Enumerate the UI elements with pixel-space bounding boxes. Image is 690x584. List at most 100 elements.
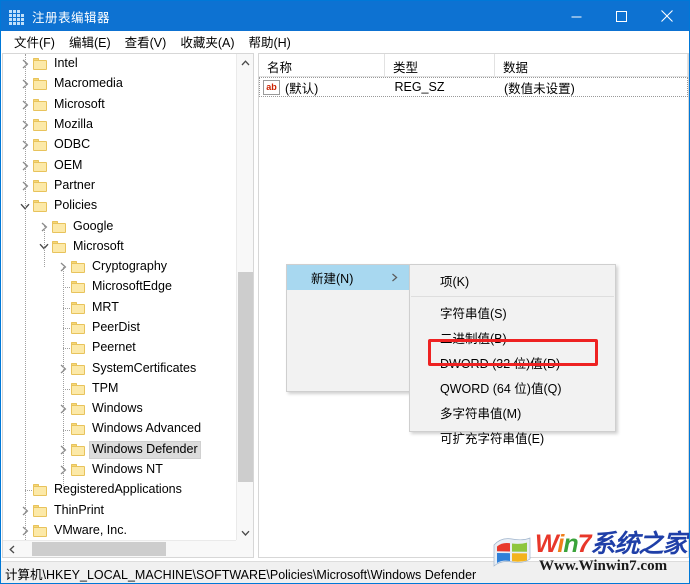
tree-item[interactable]: VMware, Inc.: [3, 521, 236, 541]
registry-tree-pane: Intel Macromedia Microsoft Mozilla ODBC OEM Pa…: [2, 53, 254, 558]
submenu-item-6[interactable]: 可扩充字符串值(E): [410, 425, 615, 450]
tree-item-label: MRT: [92, 299, 119, 314]
tree-guide-line: [25, 490, 32, 492]
submenu-item-1[interactable]: 字符串值(S): [410, 300, 615, 325]
menu-item-1[interactable]: 编辑(E): [62, 30, 118, 54]
tree-vertical-scroll-thumb[interactable]: [238, 272, 253, 482]
submenu-item-0[interactable]: 项(K): [410, 268, 615, 293]
folder-icon: [52, 240, 66, 253]
tree-item-label: MicrosoftEdge: [92, 279, 172, 294]
tree-item[interactable]: MRT: [3, 298, 236, 318]
tree-item[interactable]: Microsoft: [3, 237, 236, 257]
status-bar: 计算机\HKEY_LOCAL_MACHINE\SOFTWARE\Policies…: [1, 561, 689, 583]
chevron-right-icon: [391, 271, 399, 285]
folder-icon: [71, 464, 85, 477]
tree-item[interactable]: PeerDist: [3, 318, 236, 338]
context-submenu-new: 项(K) 字符串值(S) 二进制值(B) DWORD (32 位)值(D) QWORD …: [409, 264, 616, 446]
menu-item-3[interactable]: 收藏夹(A): [173, 30, 241, 54]
value-type: REG_SZ: [394, 80, 445, 94]
tree-item[interactable]: Windows Advanced: [3, 419, 236, 439]
tree-horizontal-scrollbar[interactable]: [3, 540, 253, 557]
submenu-item-5[interactable]: 多字符串值(M): [410, 400, 615, 425]
folder-icon: [71, 322, 85, 334]
folder-icon: [71, 443, 85, 456]
folder-icon: [33, 200, 47, 213]
tree-horizontal-scroll-thumb[interactable]: [32, 542, 166, 556]
table-row[interactable]: ab (默认) REG_SZ (数值未设置): [259, 77, 688, 97]
tree-item[interactable]: Peernet: [3, 338, 236, 358]
values-list: ab (默认) REG_SZ (数值未设置): [259, 77, 688, 97]
tree-item[interactable]: Policies: [3, 196, 236, 216]
menu-item-2[interactable]: 查看(V): [118, 30, 174, 54]
tree-guide-line: [63, 389, 70, 391]
tree-item-label: Peernet: [92, 340, 136, 355]
scroll-left-icon[interactable]: [3, 541, 20, 557]
window-controls: [554, 1, 689, 31]
folder-icon: [33, 78, 47, 91]
close-button[interactable]: [644, 1, 689, 31]
tree-item[interactable]: Windows NT: [3, 460, 236, 480]
tree-item[interactable]: TPM: [3, 379, 236, 399]
client-area: Intel Macromedia Microsoft Mozilla ODBC OEM Pa…: [1, 53, 689, 561]
tree-item[interactable]: MicrosoftEdge: [3, 277, 236, 297]
tree-item[interactable]: ODBC: [3, 135, 236, 155]
folder-icon: [33, 58, 47, 71]
tree-item-label: RegisteredApplications: [54, 482, 182, 497]
tree-item-label: SystemCertificates: [92, 360, 197, 375]
tree-item-label: Microsoft: [54, 96, 105, 111]
tree-vertical-scrollbar[interactable]: [236, 54, 253, 541]
column-header-0[interactable]: 名称: [259, 54, 385, 76]
tree-item-label: Windows NT: [92, 462, 163, 477]
scroll-down-icon[interactable]: [237, 524, 253, 541]
minimize-button[interactable]: [554, 1, 599, 31]
tree-item-label: Intel: [54, 56, 78, 71]
window-title: 注册表编辑器: [32, 10, 111, 25]
tree-item[interactable]: SystemCertificates: [3, 358, 236, 378]
tree-item[interactable]: RegisteredApplications: [3, 480, 236, 500]
menu-item-4[interactable]: 帮助(H): [241, 30, 297, 54]
tree-item[interactable]: Partner: [3, 176, 236, 196]
values-column-header: 名称 类型 数据: [259, 54, 688, 77]
menu-separator: [411, 296, 614, 297]
scroll-up-icon[interactable]: [237, 54, 253, 71]
folder-icon: [71, 423, 85, 436]
folder-icon: [71, 362, 85, 375]
column-header-2[interactable]: 数据: [495, 54, 688, 76]
submenu-item-2[interactable]: 二进制值(B): [410, 325, 615, 350]
tree-item[interactable]: Cryptography: [3, 257, 236, 277]
folder-icon: [71, 382, 85, 395]
tree-item[interactable]: Google: [3, 216, 236, 236]
folder-icon: [33, 119, 47, 132]
tree-item[interactable]: ThinPrint: [3, 501, 236, 521]
tree-item[interactable]: Intel: [3, 54, 236, 74]
folder-icon: [33, 524, 47, 537]
tree-item[interactable]: Microsoft: [3, 95, 236, 115]
tree-item-label: Macromedia: [54, 76, 123, 91]
tree-item[interactable]: Windows: [3, 399, 236, 419]
tree-guide-line: [63, 328, 70, 330]
tree-guide-line: [63, 348, 70, 350]
tree-guide-line: [44, 226, 46, 267]
tree-item-label: VMware, Inc.: [54, 522, 127, 537]
tree-item-label: Partner: [54, 177, 95, 192]
folder-icon: [33, 139, 47, 152]
tree-item[interactable]: Macromedia: [3, 74, 236, 94]
tree-item-label: ThinPrint: [54, 502, 105, 517]
tree-item-selected[interactable]: Windows Defender: [3, 440, 236, 460]
tree-item-label: Windows Advanced: [92, 421, 202, 436]
tree-item[interactable]: OEM: [3, 155, 236, 175]
folder-icon: [52, 220, 66, 233]
folder-icon: [33, 179, 47, 192]
context-menu-item-new[interactable]: 新建(N): [287, 265, 409, 290]
tree-item-label: Windows Defender: [89, 440, 201, 459]
tree-guide-line: [25, 54, 27, 541]
value-data: (数值未设置): [503, 81, 575, 96]
maximize-button[interactable]: [599, 1, 644, 31]
menu-item-0[interactable]: 文件(F): [7, 30, 62, 54]
submenu-item-4[interactable]: QWORD (64 位)值(Q): [410, 375, 615, 400]
registry-editor-window: 注册表编辑器 文件(F) 编辑(E) 查看(V) 收藏夹(A) 帮助(H) Intel M…: [0, 0, 690, 584]
tree-item[interactable]: Mozilla: [3, 115, 236, 135]
folder-icon: [33, 98, 47, 111]
column-header-1[interactable]: 类型: [385, 54, 495, 76]
submenu-item-3[interactable]: DWORD (32 位)值(D): [410, 350, 615, 375]
